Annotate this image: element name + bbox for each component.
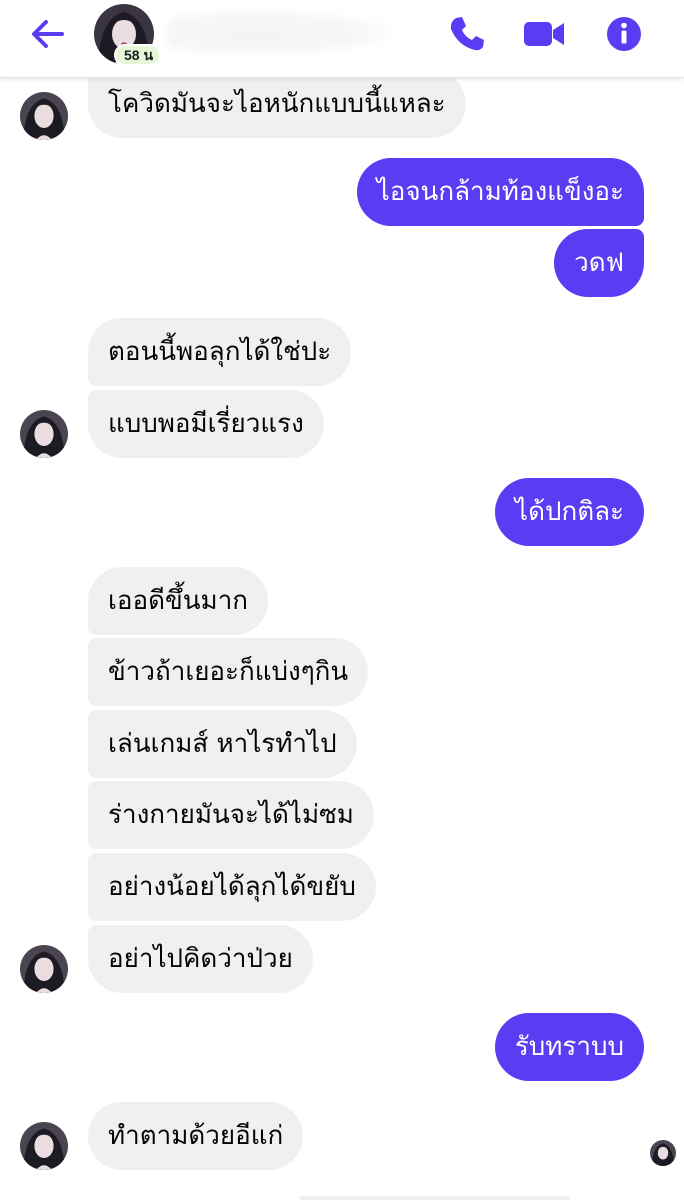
composer-edge	[300, 1196, 570, 1200]
chat-header: 58 น	[0, 0, 684, 78]
contact-name-redacted	[166, 10, 394, 56]
incoming-message[interactable]: เล่นเกมส์ หาไรทำไป	[88, 710, 357, 778]
incoming-message[interactable]: แบบพอมีเรี่ยวแรง	[88, 390, 324, 458]
presence-badge: 58 น	[114, 44, 162, 66]
video-camera-icon	[524, 22, 564, 46]
call-button[interactable]	[442, 12, 490, 56]
back-button[interactable]	[26, 14, 70, 54]
sender-avatar[interactable]	[20, 92, 68, 140]
outgoing-message[interactable]: ไอจนกล้ามท้องแข็งอะ	[356, 158, 644, 226]
incoming-message[interactable]: อย่าไปคิดว่าป่วย	[88, 925, 313, 993]
outgoing-message[interactable]: วดฟ	[554, 229, 644, 297]
sender-avatar[interactable]	[20, 1122, 68, 1170]
incoming-message[interactable]: ร่างกายมันจะได้ไม่ซม	[88, 781, 374, 849]
incoming-message[interactable]: เออดีขึ้นมาก	[88, 567, 269, 635]
incoming-message[interactable]: ข้าวถ้าเยอะก็แบ่งๆกิน	[88, 638, 369, 706]
back-arrow-icon	[32, 20, 64, 48]
info-icon	[607, 17, 641, 51]
info-button[interactable]	[600, 12, 648, 56]
sender-avatar[interactable]	[20, 410, 68, 458]
incoming-message[interactable]: ทำตามด้วยอีแก่	[88, 1102, 304, 1170]
incoming-message[interactable]: อย่างน้อยได้ลุกได้ขยับ	[88, 853, 376, 921]
outgoing-message[interactable]: รับทราบบ	[494, 1013, 644, 1081]
outgoing-message[interactable]: ได้ปกติละ	[495, 478, 644, 546]
incoming-message[interactable]: โควิดมันจะไอหนักแบบนี้แหละ	[88, 70, 466, 138]
phone-icon	[450, 17, 484, 51]
sender-avatar[interactable]	[20, 945, 68, 993]
read-receipt-avatar	[650, 1140, 676, 1166]
incoming-message[interactable]: ตอนนี้พอลุกได้ใช่ปะ	[88, 318, 352, 386]
video-call-button[interactable]	[520, 12, 568, 56]
